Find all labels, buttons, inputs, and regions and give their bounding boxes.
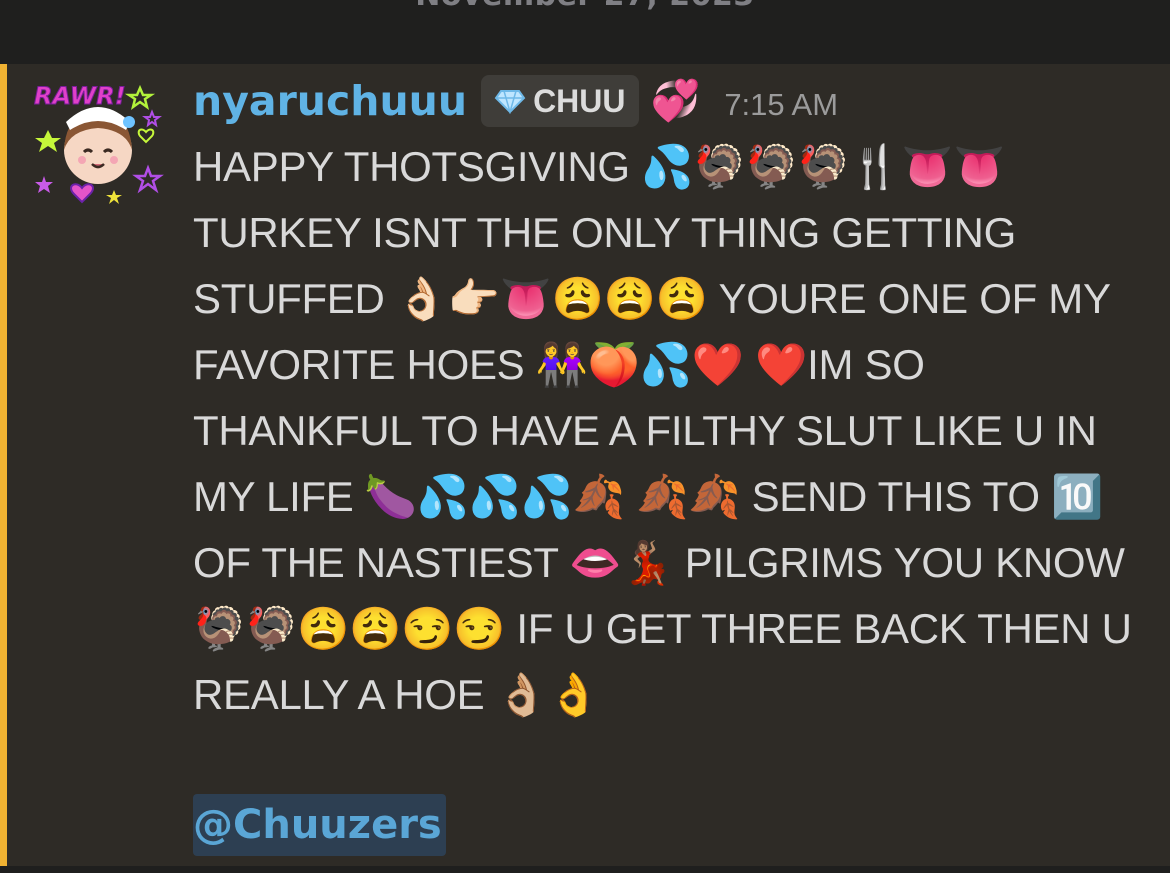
mention-highlight-bar [0, 64, 7, 866]
decoration-emoji: 💞 [650, 78, 701, 124]
user-mention[interactable]: @Chuuzers [193, 794, 446, 856]
diamond-heart-icon [493, 88, 527, 114]
date-divider-strip: November 27, 2023 [0, 0, 1170, 64]
username[interactable]: nyaruchuuu [193, 77, 467, 125]
message-item[interactable]: RAWR! nyaruchuuu CHUU 💞 7:15 AM HAPPY TH… [0, 64, 1170, 866]
server-tag[interactable]: CHUU [481, 75, 639, 127]
message-content: HAPPY THOTSGIVING 💦🦃🦃🦃🍴👅👅 TURKEY ISNT TH… [193, 143, 1144, 718]
avatar[interactable]: RAWR! [26, 72, 166, 212]
bottom-divider [0, 866, 1170, 873]
timestamp[interactable]: 7:15 AM [724, 87, 838, 123]
avatar-text: RAWR! [34, 82, 126, 110]
message-header: nyaruchuuu CHUU 💞 7:15 AM [193, 70, 838, 132]
date-divider: November 27, 2023 [0, 0, 1170, 13]
server-tag-label: CHUU [533, 82, 626, 119]
